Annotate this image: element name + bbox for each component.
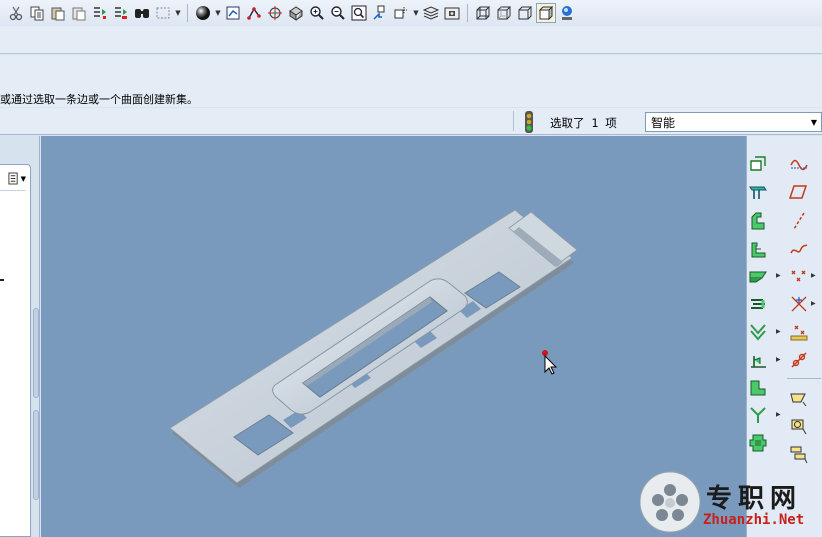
mouse-cursor-icon: [542, 350, 558, 375]
analysis-icon[interactable]: [788, 321, 810, 343]
zoom-in-icon[interactable]: [307, 3, 327, 23]
blend-icon[interactable]: [747, 238, 769, 260]
paste-special-icon[interactable]: [69, 3, 89, 23]
watermark-url: Zhuanzhi.Net: [703, 512, 805, 528]
chevron-down-icon[interactable]: ▼: [214, 3, 222, 23]
annotation-icon[interactable]: [788, 388, 810, 410]
paste-icon[interactable]: [48, 3, 68, 23]
form-icon[interactable]: [747, 349, 769, 371]
rip-icon[interactable]: [747, 404, 769, 426]
saved-views-icon[interactable]: [391, 3, 411, 23]
flyout-arrow-icon[interactable]: ▶: [776, 328, 781, 335]
regen-manager-icon[interactable]: [111, 3, 131, 23]
flatten-icon[interactable]: [747, 432, 769, 454]
datum-csys-icon[interactable]: [788, 293, 810, 315]
datum-plane-icon[interactable]: [747, 152, 769, 174]
chevron-down-icon: ▼: [810, 118, 817, 127]
flyout-arrow-icon[interactable]: ▶: [776, 411, 781, 418]
flyout-arrow-icon[interactable]: ▶: [776, 356, 781, 363]
layers-icon[interactable]: [421, 3, 441, 23]
toolbar-divider: [787, 378, 821, 379]
copy-icon[interactable]: [27, 3, 47, 23]
hidden-line-icon[interactable]: [494, 3, 514, 23]
toolbar-divider: [187, 4, 188, 22]
panel-splitter[interactable]: [33, 308, 39, 398]
shading-sphere-icon[interactable]: [193, 3, 213, 23]
scissors-icon[interactable]: [6, 3, 26, 23]
toolbar-divider: [467, 4, 468, 22]
sketch-icon[interactable]: [788, 181, 810, 203]
ucs-icon[interactable]: [788, 416, 810, 438]
spin-center-icon[interactable]: [265, 3, 285, 23]
selection-filter-select[interactable]: 智能 ▼: [645, 112, 822, 132]
orient-icon[interactable]: [286, 3, 306, 23]
chevron-down-icon[interactable]: ▼: [174, 3, 182, 23]
datum-point-icon[interactable]: [788, 265, 810, 287]
flange-icon[interactable]: [747, 265, 769, 287]
select-box-icon[interactable]: [153, 3, 173, 23]
chevron-down-icon[interactable]: ▼: [412, 3, 420, 23]
extrude-icon[interactable]: [747, 181, 769, 203]
regenerate-icon[interactable]: [90, 3, 110, 23]
view-manager-icon[interactable]: [442, 3, 462, 23]
panel-menu-button[interactable]: ▼: [0, 167, 26, 191]
model-tree-panel[interactable]: [0, 164, 31, 537]
help-icon[interactable]: [557, 3, 577, 23]
bend-icon[interactable]: [747, 321, 769, 343]
shaded-icon[interactable]: [536, 3, 556, 23]
datum-display-icon[interactable]: [244, 3, 264, 23]
selection-filter-value: 智能: [651, 115, 676, 130]
model-tree-icon[interactable]: [788, 444, 810, 466]
reorient-icon[interactable]: [370, 3, 390, 23]
corner-relief-icon[interactable]: [747, 377, 769, 399]
traffic-light-icon: [523, 111, 535, 133]
document-icon: [8, 172, 18, 185]
watermark-title: 专职网: [706, 484, 803, 514]
sketch-curve-icon[interactable]: [788, 152, 810, 174]
refit-icon[interactable]: [223, 3, 243, 23]
unbend-icon[interactable]: [747, 293, 769, 315]
no-hidden-icon[interactable]: [515, 3, 535, 23]
revolve-icon[interactable]: [747, 210, 769, 232]
find-icon[interactable]: [132, 3, 152, 23]
message-text: 或通过选取一条边或一个曲面创建新集。: [0, 93, 198, 106]
datum-curve-icon[interactable]: [788, 238, 810, 260]
zoom-fit-icon[interactable]: [349, 3, 369, 23]
flyout-arrow-icon[interactable]: ▶: [811, 300, 816, 307]
flyout-arrow-icon[interactable]: ▶: [776, 272, 781, 279]
tree-item-marker: [0, 279, 4, 281]
insert-feature-icon[interactable]: [788, 349, 810, 371]
datum-axis-icon[interactable]: [788, 210, 810, 232]
zoom-out-icon[interactable]: [328, 3, 348, 23]
flyout-arrow-icon[interactable]: ▶: [811, 272, 816, 279]
panel-splitter[interactable]: [33, 410, 39, 500]
main-toolbar: ▼ ▼ ▼: [0, 0, 822, 26]
chevron-down-icon: ▼: [20, 174, 26, 183]
wireframe-icon[interactable]: [473, 3, 493, 23]
status-divider: [513, 111, 514, 131]
selection-count: 选取了 1 项: [550, 116, 617, 130]
toolbar-band: [0, 26, 822, 54]
